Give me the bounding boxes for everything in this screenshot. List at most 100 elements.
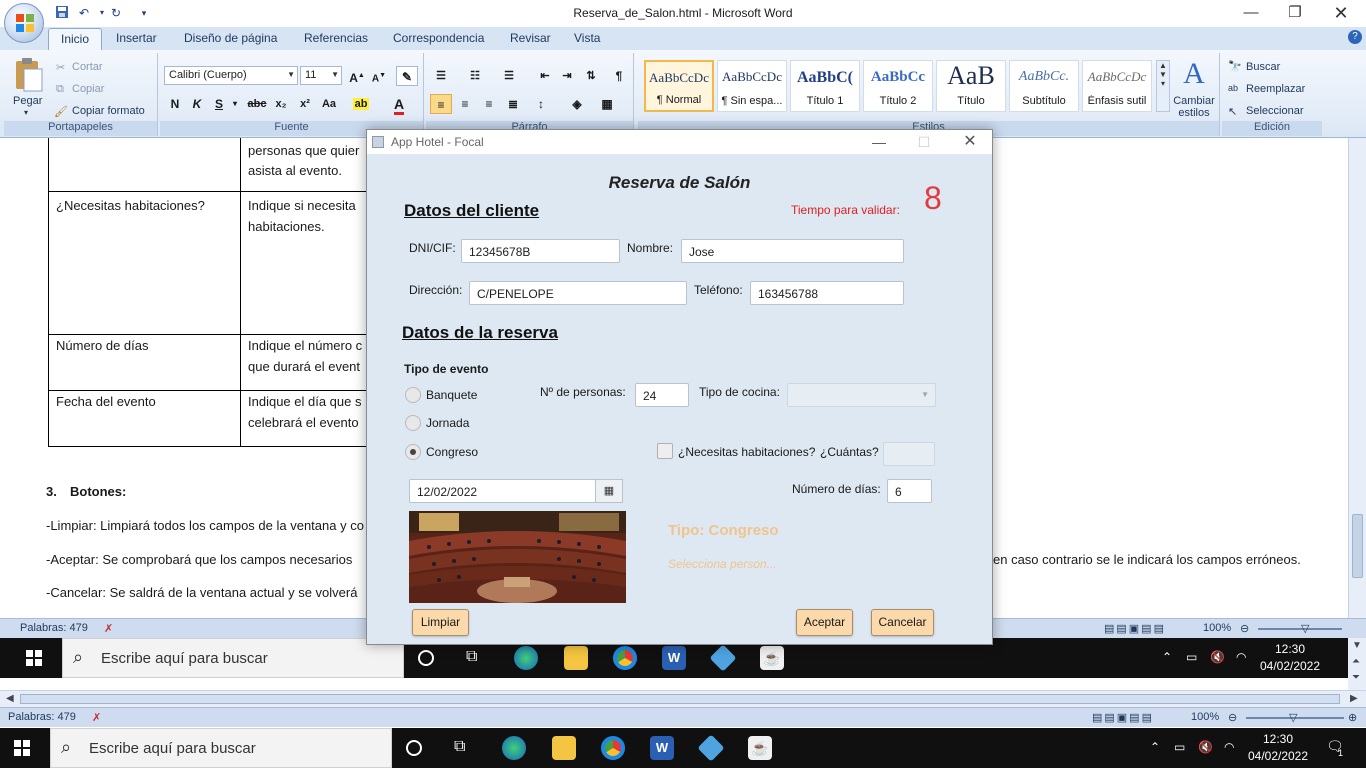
align-left-icon[interactable]: ≡ [430,94,452,114]
battery-icon[interactable]: ▭ [1186,650,1197,664]
radio-congreso-label[interactable]: Congreso [426,445,478,459]
date-input[interactable]: 12/02/2022 [409,479,596,503]
zoom-out-icon[interactable]: ⊖ [1228,711,1237,724]
virtualbox-icon[interactable] [709,644,737,672]
tab-inicio[interactable]: Inicio [48,28,103,50]
tab-revisar[interactable]: Revisar [510,31,551,45]
superscript-icon[interactable]: x² [294,94,316,114]
style-subtle-emphasis[interactable]: AaBbCcDc Énfasis sutil [1082,60,1152,112]
chrome-icon[interactable] [601,736,625,760]
radio-jornada[interactable] [405,415,421,431]
rooms-label[interactable]: ¿Necesitas habitaciones? [678,445,815,459]
java-icon[interactable]: ☕ [748,736,772,760]
style-subtitle[interactable]: AaBbCc. Subtítulo [1009,60,1079,112]
tab-referencias[interactable]: Referencias [304,31,368,45]
people-input[interactable]: 24 [635,383,689,407]
change-styles-icon[interactable]: A [1174,57,1214,91]
scroll-right-icon[interactable]: ▶ [1350,693,1358,704]
cancel-button[interactable]: Cancelar [871,609,934,636]
word-icon[interactable]: W [662,646,686,670]
virtualbox-icon[interactable] [697,734,725,762]
font-name-combo[interactable]: Calibri (Cuerpo) ▼ [164,66,298,85]
days-input[interactable]: 6 [887,479,932,503]
shading-icon[interactable]: ◈ [566,94,588,114]
style-heading-2[interactable]: AaBbCc Título 2 [863,60,933,112]
battery-icon[interactable]: ▭ [1174,740,1185,754]
chrome-icon[interactable] [613,646,637,670]
increase-indent-icon[interactable]: ⇥ [556,66,578,86]
scroll-down-icon[interactable]: ▼ [1352,640,1362,651]
tab-diseno-pagina[interactable]: Diseño de página [184,31,277,45]
next-page-icon[interactable]: ⏷ [1352,672,1360,683]
clock-date[interactable]: 04/02/2022 [1258,659,1322,673]
file-explorer-icon[interactable] [552,736,576,760]
restore-button[interactable]: ❐ [1272,2,1318,24]
task-view-icon[interactable]: ⧉ [454,738,465,756]
minimize-button[interactable]: — [1228,2,1274,24]
find-button[interactable]: Buscar [1246,61,1280,73]
paste-icon[interactable] [12,57,44,93]
align-center-icon[interactable]: ≡ [454,94,476,114]
clear-format-icon[interactable]: ✎ [396,66,418,86]
style-title[interactable]: AaB Título [936,60,1006,112]
address-input[interactable]: C/PENELOPE [469,281,687,305]
format-painter-button[interactable]: Copiar formato [72,105,145,117]
justify-icon[interactable]: ≣ [502,94,524,114]
task-view-icon[interactable]: ⧉ [466,648,477,666]
select-button[interactable]: Seleccionar [1246,105,1303,117]
dni-input[interactable]: 12345678B [461,239,620,263]
shrink-font-icon[interactable]: A▼ [368,66,390,86]
edge-icon[interactable] [514,646,538,670]
radio-jornada-label[interactable]: Jornada [426,416,469,430]
word-icon[interactable]: W [650,736,674,760]
tab-insertar[interactable]: Insertar [116,31,157,45]
zoom-out-icon[interactable]: ⊖ [1240,622,1249,635]
style-normal[interactable]: AaBbCcDc ¶ Normal [644,60,714,112]
radio-banquete-label[interactable]: Banquete [426,388,477,402]
rooms-checkbox[interactable] [657,443,673,459]
scrollbar-thumb[interactable] [1352,514,1363,578]
proofing-icon[interactable]: ✗ [104,622,113,635]
copy-button[interactable]: Copiar [72,83,104,95]
show-marks-icon[interactable]: ¶ [608,66,630,86]
tray-chevron-icon[interactable]: ⌃ [1162,650,1172,664]
tray-chevron-icon[interactable]: ⌃ [1150,740,1160,754]
grow-font-icon[interactable]: A▲ [346,66,368,86]
clock-time[interactable]: 12:30 [1246,732,1310,746]
cut-button[interactable]: Cortar [72,61,103,73]
subscript-icon[interactable]: x₂ [270,94,292,114]
file-explorer-icon[interactable] [564,646,588,670]
windows-start-icon[interactable] [26,650,42,666]
clock-time[interactable]: 12:30 [1258,642,1322,656]
prev-page-icon[interactable]: ⏶ [1352,656,1360,667]
zoom-in-icon[interactable]: ⊕ [1348,711,1357,724]
multilevel-list-icon[interactable]: ☰ [498,66,520,86]
accept-button[interactable]: Aceptar [796,609,853,636]
zoom-thumb-icon[interactable]: ▽ [1289,711,1297,724]
numbering-icon[interactable]: ☷ [464,66,486,86]
wifi-icon[interactable]: ◠ [1224,740,1234,754]
paste-dropdown-icon[interactable]: ▾ [24,108,28,117]
underline-dropdown-icon[interactable]: ▾ [224,94,246,114]
taskbar-search-input[interactable]: ⌕ Escribe aquí para buscar [62,638,404,678]
radio-banquete[interactable] [405,387,421,403]
dialog-close-button[interactable]: ✕ [950,132,990,152]
name-input[interactable]: Jose [681,239,904,263]
font-size-combo[interactable]: 11 ▼ [300,66,342,85]
dialog-minimize-button[interactable]: — [859,132,899,152]
volume-icon[interactable]: 🔇 [1198,740,1213,754]
scrollbar-thumb[interactable] [20,694,1340,704]
vertical-scrollbar[interactable] [1348,138,1366,618]
edge-icon[interactable] [502,736,526,760]
volume-icon[interactable]: 🔇 [1210,650,1225,664]
view-buttons-icon[interactable]: ▤▤▣▤▤ [1104,622,1166,635]
windows-start-icon[interactable] [14,740,30,756]
cuisine-select[interactable]: ▼ [787,383,936,407]
view-buttons-icon[interactable]: ▤▤▣▤▤ [1092,711,1154,724]
strikethrough-icon[interactable]: abc [246,94,268,114]
highlight-icon[interactable]: ab [350,94,372,114]
clock-date[interactable]: 04/02/2022 [1246,749,1310,763]
how-many-input[interactable] [883,442,935,466]
horizontal-scrollbar[interactable]: ◀ ▶ [0,690,1366,707]
change-styles-button[interactable]: Cambiar estilos [1168,95,1220,119]
